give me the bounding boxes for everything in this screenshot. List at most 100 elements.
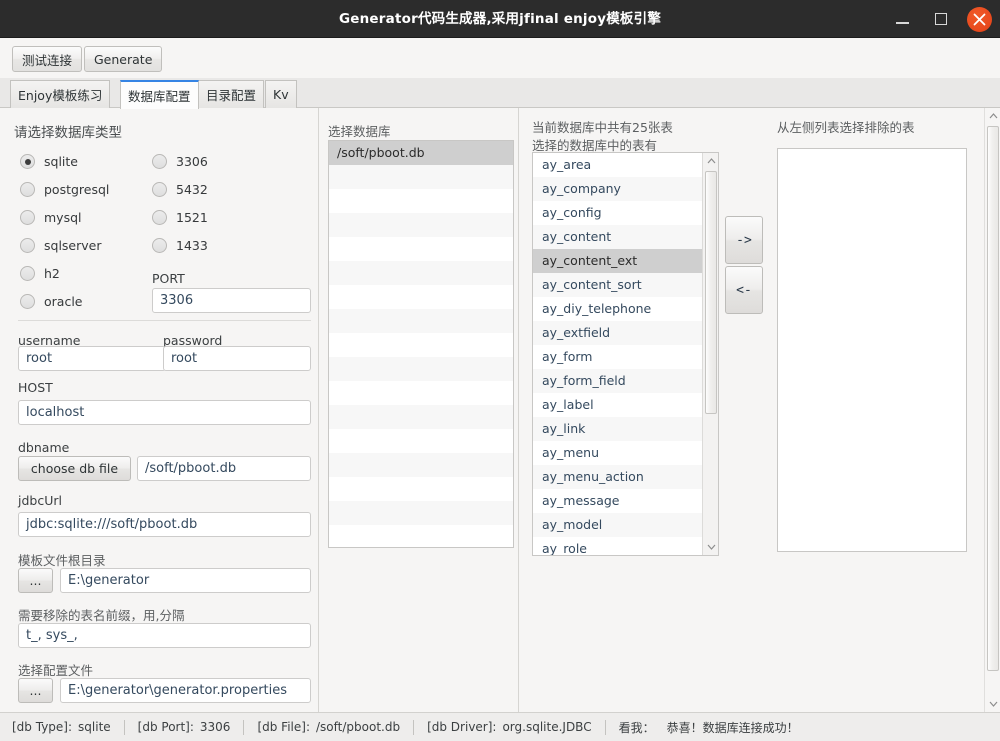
tab-directory-config[interactable]: 目录配置 bbox=[198, 80, 265, 108]
list-item-empty[interactable] bbox=[329, 453, 513, 477]
status-divider bbox=[243, 719, 245, 735]
table-row[interactable]: ay_content_sort bbox=[533, 273, 703, 297]
close-icon bbox=[973, 13, 986, 25]
radio-port-3306[interactable]: 3306 bbox=[152, 154, 208, 169]
table-row[interactable]: ay_company bbox=[533, 177, 703, 201]
table-row[interactable]: ay_menu_action bbox=[533, 465, 703, 489]
table-row[interactable]: ay_content bbox=[533, 225, 703, 249]
table-prefix-input[interactable]: t_, sys_, bbox=[18, 623, 311, 648]
radio-port-3306-label: 3306 bbox=[176, 154, 208, 169]
list-item-empty[interactable] bbox=[329, 213, 513, 237]
list-item[interactable]: /soft/pboot.db bbox=[329, 141, 513, 165]
minimize-icon bbox=[896, 22, 909, 24]
list-item-empty[interactable] bbox=[329, 381, 513, 405]
excluded-panel-title: 从左侧列表选择排除的表 bbox=[777, 120, 915, 135]
status-db-file: [db File]: /soft/pboot.db bbox=[257, 720, 413, 734]
panel-divider-1 bbox=[318, 108, 319, 712]
dbname-input[interactable]: /soft/pboot.db bbox=[137, 456, 311, 481]
radio-mysql[interactable]: mysql bbox=[20, 210, 82, 225]
status-db-port-key: [db Port]: bbox=[137, 720, 194, 734]
scroll-down-icon[interactable] bbox=[703, 539, 718, 555]
radio-port-1521[interactable]: 1521 bbox=[152, 210, 208, 225]
tab-kv[interactable]: Kv bbox=[265, 80, 297, 108]
table-row[interactable]: ay_diy_telephone bbox=[533, 297, 703, 321]
content-scroll-down-icon[interactable] bbox=[985, 696, 1000, 712]
list-item-empty[interactable] bbox=[329, 285, 513, 309]
scroll-up-icon[interactable] bbox=[703, 153, 718, 169]
radio-mysql-label: mysql bbox=[44, 210, 82, 225]
list-item-empty[interactable] bbox=[329, 333, 513, 357]
radio-h2-label: h2 bbox=[44, 266, 60, 281]
host-input[interactable]: localhost bbox=[18, 400, 311, 425]
password-input[interactable]: root bbox=[163, 346, 311, 371]
window-titlebar: Generator代码生成器,采用jfinal enjoy模板引擎 bbox=[0, 0, 1000, 38]
config-file-browse-button[interactable]: ... bbox=[18, 678, 53, 703]
database-config-form: 请选择数据库类型 sqlite postgresql mysql sqlserv… bbox=[0, 108, 319, 712]
table-row[interactable]: ay_menu bbox=[533, 441, 703, 465]
database-listbox[interactable]: /soft/pboot.db bbox=[328, 140, 514, 548]
generate-button[interactable]: Generate bbox=[84, 46, 163, 72]
tab-enjoy-template[interactable]: Enjoy模板练习 bbox=[10, 80, 111, 108]
table-row[interactable]: ay_link bbox=[533, 417, 703, 441]
content-scrollbar[interactable] bbox=[984, 108, 1000, 712]
test-connection-button[interactable]: 测试连接 bbox=[12, 46, 83, 72]
status-db-driver-value: org.sqlite.JDBC bbox=[502, 720, 592, 734]
table-row-selected[interactable]: ay_content_ext bbox=[533, 249, 703, 273]
status-message: 恭喜！数据库连接成功！ bbox=[666, 720, 799, 735]
tab-database-config[interactable]: 数据库配置 bbox=[120, 80, 199, 109]
excluded-tables-listbox[interactable] bbox=[777, 148, 967, 552]
radio-h2[interactable]: h2 bbox=[20, 266, 60, 281]
list-item-empty[interactable] bbox=[329, 261, 513, 285]
table-row[interactable]: ay_extfield bbox=[533, 321, 703, 345]
status-db-file-key: [db File]: bbox=[257, 720, 310, 734]
table-row[interactable]: ay_message bbox=[533, 489, 703, 513]
maximize-button[interactable] bbox=[929, 7, 953, 31]
radio-postgresql-indicator bbox=[20, 182, 35, 197]
list-item-empty[interactable] bbox=[329, 477, 513, 501]
status-db-type: [db Type]: sqlite bbox=[12, 720, 124, 734]
status-db-driver: [db Driver]: org.sqlite.JDBC bbox=[427, 720, 605, 734]
radio-sqlite[interactable]: sqlite bbox=[20, 154, 78, 169]
template-root-browse-button[interactable]: ... bbox=[18, 568, 53, 593]
status-divider bbox=[413, 719, 415, 735]
tables-listbox[interactable]: ay_area ay_company ay_config ay_content … bbox=[532, 152, 719, 556]
jdbcurl-input[interactable]: jdbc:sqlite:///soft/pboot.db bbox=[18, 512, 311, 537]
list-item-empty[interactable] bbox=[329, 237, 513, 261]
tables-scrollbar-thumb[interactable] bbox=[705, 171, 717, 414]
port-label: PORT bbox=[152, 271, 185, 286]
content-scroll-up-icon[interactable] bbox=[985, 108, 1000, 124]
radio-sqlite-label: sqlite bbox=[44, 154, 78, 169]
choose-db-file-button[interactable]: choose db file bbox=[18, 456, 131, 481]
content-scrollbar-thumb[interactable] bbox=[987, 126, 999, 671]
list-item-empty[interactable] bbox=[329, 357, 513, 381]
username-input[interactable]: root bbox=[18, 346, 166, 371]
table-row[interactable]: ay_form_field bbox=[533, 369, 703, 393]
list-item-empty[interactable] bbox=[329, 429, 513, 453]
radio-port-1433[interactable]: 1433 bbox=[152, 238, 208, 253]
radio-sqlserver[interactable]: sqlserver bbox=[20, 238, 102, 253]
list-item-empty[interactable] bbox=[329, 525, 513, 547]
tables-scrollbar[interactable] bbox=[702, 153, 718, 555]
list-item-empty[interactable] bbox=[329, 501, 513, 525]
close-button[interactable] bbox=[967, 6, 992, 32]
list-item-empty[interactable] bbox=[329, 309, 513, 333]
tables-panel: 当前数据库中共有25张表 选择的数据库中的表有 ay_area ay_compa… bbox=[519, 108, 724, 712]
list-item-empty[interactable] bbox=[329, 189, 513, 213]
radio-sqlite-indicator bbox=[20, 154, 35, 169]
radio-oracle[interactable]: oracle bbox=[20, 294, 82, 309]
radio-port-5432-label: 5432 bbox=[176, 182, 208, 197]
table-row[interactable]: ay_role bbox=[533, 537, 703, 555]
table-row[interactable]: ay_label bbox=[533, 393, 703, 417]
list-item-empty[interactable] bbox=[329, 405, 513, 429]
table-row[interactable]: ay_config bbox=[533, 201, 703, 225]
port-input[interactable]: 3306 bbox=[152, 288, 311, 313]
table-row[interactable]: ay_form bbox=[533, 345, 703, 369]
template-root-input[interactable]: E:\generator bbox=[60, 568, 311, 593]
radio-port-5432[interactable]: 5432 bbox=[152, 182, 208, 197]
table-row[interactable]: ay_area bbox=[533, 153, 703, 177]
list-item-empty[interactable] bbox=[329, 165, 513, 189]
config-file-input[interactable]: E:\generator\generator.properties bbox=[60, 678, 311, 703]
radio-postgresql[interactable]: postgresql bbox=[20, 182, 109, 197]
minimize-button[interactable] bbox=[891, 7, 915, 31]
table-row[interactable]: ay_model bbox=[533, 513, 703, 537]
